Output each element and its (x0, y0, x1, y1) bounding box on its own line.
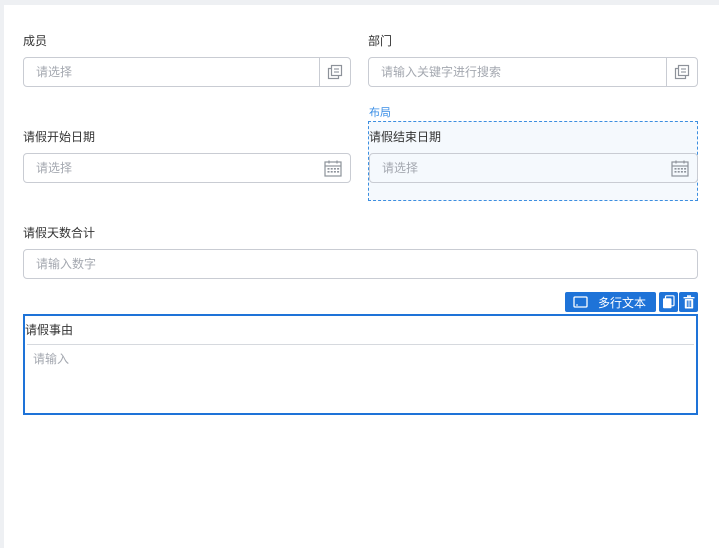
leave-end-date-picker[interactable]: 请选择 (369, 153, 698, 183)
department-label: 部门 (368, 34, 393, 48)
department-search-input[interactable]: 请输入关键字进行搜索 (368, 57, 698, 87)
member-label: 成员 (23, 34, 48, 48)
calendar-icon[interactable] (671, 160, 689, 177)
calendar-icon[interactable] (324, 160, 342, 177)
member-select[interactable]: 请选择 (23, 57, 351, 87)
total-days-number-input[interactable]: 请输入数字 (23, 249, 698, 279)
leave-start-label: 请假开始日期 (23, 130, 96, 144)
member-placeholder: 请选择 (36, 65, 73, 79)
reason-placeholder: 请输入 (33, 352, 70, 366)
layout-tag[interactable]: 布局 (369, 106, 391, 119)
reason-textarea[interactable]: 请输入 (27, 345, 694, 411)
form-canvas: 成员 请选择 部门 请输入关键字进行搜索 请假开始日期 请选择 布局 请假结束日… (4, 5, 719, 548)
member-picker-button[interactable] (319, 58, 350, 86)
total-days-label: 请假天数合计 (23, 226, 96, 240)
textarea-icon (573, 296, 588, 308)
leave-end-label: 请假结束日期 (369, 130, 442, 144)
department-placeholder: 请输入关键字进行搜索 (381, 65, 502, 79)
department-picker-button[interactable] (666, 58, 697, 86)
select-dialog-icon (674, 64, 690, 80)
copy-button[interactable] (659, 292, 678, 312)
selected-component-reason[interactable]: 请假事由 请输入 (23, 314, 698, 415)
total-days-placeholder: 请输入数字 (36, 257, 97, 271)
reason-label: 请假事由 (25, 323, 74, 337)
component-type-tag[interactable]: 多行文本 (565, 292, 656, 312)
trash-icon (683, 295, 694, 309)
copy-icon (663, 295, 675, 309)
leave-end-placeholder: 请选择 (382, 161, 419, 175)
select-dialog-icon (327, 64, 343, 80)
leave-start-date-picker[interactable]: 请选择 (23, 153, 351, 183)
component-type-label: 多行文本 (598, 295, 647, 310)
leave-start-placeholder: 请选择 (36, 161, 73, 175)
delete-button[interactable] (679, 292, 698, 312)
